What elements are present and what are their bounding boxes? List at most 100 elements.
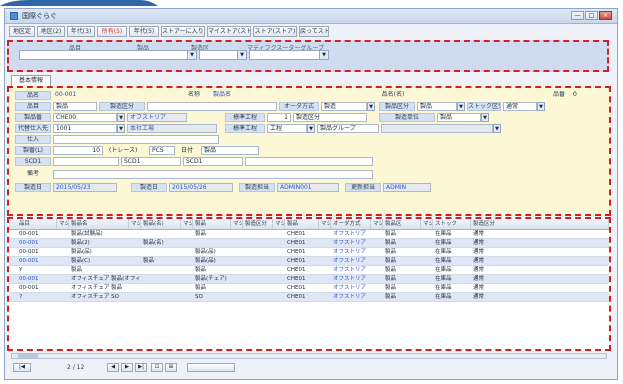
manufacture-unit-field[interactable]: 製品 (437, 113, 481, 122)
table-cell: 00-001 (19, 231, 39, 237)
chevron-down-icon[interactable]: ▼ (367, 102, 375, 111)
chevron-down-icon[interactable]: ▼ (117, 124, 125, 133)
item-alias-label: 品名(名) (381, 91, 405, 98)
chevron-down-icon[interactable]: ▼ (493, 124, 501, 133)
toolbar-button-6[interactable]: ストアーに入り(6) (161, 26, 205, 37)
process-field[interactable]: 工程 (267, 124, 307, 133)
grid-header-cell[interactable]: マシ (319, 219, 331, 229)
scd1-field-c[interactable]: SCD1 (183, 157, 243, 166)
table-row[interactable]: 00-001 製品(2) 製品(名) CHE01 オフストリア 製品 在庫品 通常 (9, 239, 609, 248)
close-button[interactable]: × (599, 11, 612, 20)
table-row[interactable]: Y 製品 製品 CHE01 オフストリア 製品 在庫品 通常 (9, 266, 609, 275)
product-no-field[interactable]: CHE00 (53, 113, 117, 122)
grid-header-cell[interactable]: 製造区分 (471, 219, 609, 229)
horizontal-scrollbar[interactable] (11, 353, 607, 359)
stock-type-field[interactable]: 通常 (503, 102, 537, 111)
date-field[interactable]: 製品 (201, 146, 259, 155)
scd1-field-a[interactable] (53, 157, 119, 166)
table-cell: オフストリア (333, 285, 367, 291)
category-field[interactable]: 製品 (53, 102, 97, 111)
manufacture-class-field[interactable]: 製造区分 (293, 113, 367, 122)
print-icon[interactable]: ⊡ (151, 363, 163, 372)
chevron-down-icon[interactable]: ▼ (307, 124, 315, 133)
filter-category-select[interactable]: ▼ (199, 50, 247, 60)
grid-header-cell[interactable]: ストック (433, 219, 471, 229)
remarks-label: 備考 (26, 170, 39, 177)
chevron-down-icon[interactable]: ▼ (237, 51, 246, 59)
lot-field[interactable]: 10 (53, 146, 103, 155)
table-row[interactable]: 00-001 製品(品) 製品(品) CHE01 オフストリア 製品 在庫品 通常 (9, 248, 609, 257)
alt-supplier-field[interactable]: 1001 (53, 124, 117, 133)
filter-item-select[interactable]: ▼ (19, 50, 197, 60)
product-group-desc (381, 124, 493, 133)
maximize-button[interactable]: □ (585, 11, 598, 20)
tab-basic-info[interactable]: 基本情報 (11, 75, 51, 86)
first-page-button[interactable]: |◀ (13, 363, 31, 372)
product-group-field[interactable]: 製品グループ (317, 124, 379, 133)
table-cell: CHE01 (287, 240, 306, 246)
chevron-down-icon[interactable]: ▼ (537, 102, 545, 111)
chevron-down-icon[interactable]: ▼ (117, 113, 125, 122)
table-cell (193, 239, 243, 248)
table-cell: 在庫品 (435, 231, 452, 237)
scrollbar-thumb[interactable] (18, 354, 38, 358)
grid-header-cell[interactable]: マシ (371, 219, 383, 229)
grid-header-cell[interactable]: マシ (231, 219, 243, 229)
table-cell: 在庫品 (435, 258, 452, 264)
manufacture-type-field[interactable] (147, 102, 277, 111)
table-cell: 製品 (385, 285, 397, 291)
chevron-down-icon[interactable]: ▼ (457, 102, 465, 111)
grid-header-cell[interactable]: オーダ方式 (331, 219, 371, 229)
toolbar-button-2[interactable]: 地区(2) (37, 26, 65, 37)
chevron-down-icon[interactable]: ▼ (319, 51, 328, 59)
grid-header-cell[interactable]: 製品 (193, 219, 231, 229)
chevron-down-icon[interactable]: ▼ (481, 113, 489, 122)
toolbar-button-4[interactable]: 所有(5) (97, 26, 127, 37)
grid-header-cell[interactable]: マシ (129, 219, 141, 229)
toolbar-button-9[interactable]: 戻ってスト (299, 26, 329, 37)
table-cell: オフィスチェア SO (71, 294, 119, 300)
toolbar-button-1[interactable]: 地区定 (9, 26, 35, 37)
table-row[interactable]: 00-001 製品(試験品) 製品 CHE01 オフストリア 製品 在庫品 通常 (9, 230, 609, 239)
toolbar-button-7[interactable]: マイストア(ストア) (207, 26, 251, 37)
next-page-button[interactable]: ▶ (121, 363, 133, 372)
grid-header-cell[interactable]: 製品区 (383, 219, 421, 229)
table-cell: 製品 (385, 294, 397, 300)
remarks-field[interactable] (53, 170, 373, 179)
manufacture-unit-label: 製造単位 (379, 113, 435, 122)
scd1-field-b[interactable]: SCD1 (121, 157, 181, 166)
table-cell: オフストリア (333, 267, 367, 273)
filter-group-select[interactable]: ▼ (249, 50, 329, 60)
export-icon[interactable]: ⊞ (165, 363, 177, 372)
toolbar-button-8[interactable]: ストア(ストア) (253, 26, 297, 37)
grid-header-cell[interactable]: 品目 (17, 219, 57, 229)
chevron-down-icon[interactable]: ▼ (187, 51, 196, 59)
grid-header-cell[interactable]: マシ (57, 219, 69, 229)
grid-header-cell[interactable]: 製品名 (69, 219, 129, 229)
grid-header-cell[interactable]: 製品 (285, 219, 319, 229)
purchase-field[interactable] (53, 135, 219, 144)
table-cell (141, 266, 193, 275)
toolbar-button-3[interactable]: 年代(3) (67, 26, 95, 37)
prev-page-button[interactable]: ◀ (107, 363, 119, 372)
grid-header-cell[interactable]: 製造区分 (243, 219, 273, 229)
zoom-control[interactable] (187, 363, 235, 372)
table-row[interactable]: 7 オフィスチェア SO SO CHE01 オフストリア 製品 在庫品 通常 (9, 293, 609, 302)
grid-header-cell[interactable]: マシ (421, 219, 433, 229)
standard-process-field[interactable]: 1 (267, 113, 291, 122)
scd1-field-d[interactable] (245, 157, 373, 166)
application-window: 国際ぐらぐ — □ × 地区定 地区(2) 年代(3) 所有(5) 年代(5) … (4, 8, 618, 380)
grid-header-cell[interactable]: マシ (273, 219, 285, 229)
table-row[interactable]: 00-001 オフィスチェア 製品 製品 CHE01 オフストリア 製品 在庫品 通常 (9, 284, 609, 293)
grid-header-cell[interactable]: マシ (181, 219, 193, 229)
order-method-field[interactable]: 製造 (321, 102, 367, 111)
last-page-button[interactable]: ▶| (135, 363, 147, 372)
unit-field[interactable]: PCS (149, 146, 175, 155)
minimize-button[interactable]: — (571, 11, 584, 20)
toolbar-button-5[interactable]: 年代(5) (129, 26, 159, 37)
detail-form: 品名 00-001 名称 製品名 品名(名) 品番 0 品目 製品 製造区分 オ… (7, 86, 611, 216)
product-type-field[interactable]: 製品 (417, 102, 457, 111)
table-row[interactable]: 00-001 オフィスチェア 製品(オフィス) 製品(チェア) CHE01 オフストリア… (9, 275, 609, 284)
grid-header-cell[interactable]: 製品(名) (141, 219, 181, 229)
table-row[interactable]: 00-001 製品(C) 製品 製品(品) CHE01 オフストリア 製品 在庫品 通常 (9, 257, 609, 266)
